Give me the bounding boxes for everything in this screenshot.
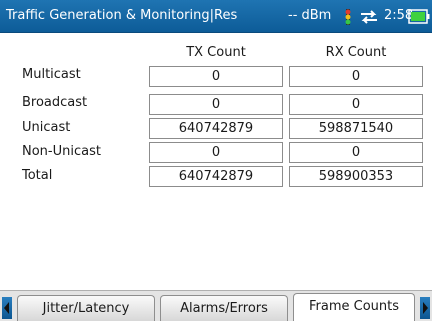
multicast-tx-value: 0 bbox=[149, 66, 283, 87]
multicast-rx-value: 0 bbox=[289, 66, 423, 87]
tab-jitter-latency[interactable]: Jitter/Latency bbox=[17, 295, 155, 321]
row-label-unicast: Unicast bbox=[22, 120, 71, 135]
tab-bar: Jitter/Latency Alarms/Errors Frame Count… bbox=[0, 290, 432, 321]
battery-icon bbox=[408, 9, 430, 24]
arrow-left-icon bbox=[4, 302, 9, 314]
tab-scroll-left-button[interactable] bbox=[2, 297, 12, 319]
tab-scroll-right-button[interactable] bbox=[420, 297, 430, 319]
rx-count-header: RX Count bbox=[325, 45, 387, 60]
status-led-icon bbox=[345, 9, 351, 25]
tab-frame-counts[interactable]: Frame Counts bbox=[293, 293, 415, 321]
unicast-rx-value: 598871540 bbox=[289, 118, 423, 139]
signal-level: -- dBm bbox=[288, 8, 332, 23]
arrow-right-icon bbox=[423, 302, 428, 314]
broadcast-tx-value: 0 bbox=[149, 94, 283, 115]
row-label-non-unicast: Non-Unicast bbox=[22, 144, 101, 159]
title-bar: Traffic Generation & Monitoring|Res -- d… bbox=[0, 0, 432, 33]
tx-count-header: TX Count bbox=[186, 45, 246, 60]
non-unicast-rx-value: 0 bbox=[289, 142, 423, 163]
link-arrows-icon bbox=[361, 10, 377, 24]
non-unicast-tx-value: 0 bbox=[149, 142, 283, 163]
row-label-broadcast: Broadcast bbox=[22, 95, 88, 110]
broadcast-rx-value: 0 bbox=[289, 94, 423, 115]
row-label-multicast: Multicast bbox=[22, 67, 81, 82]
unicast-tx-value: 640742879 bbox=[149, 118, 283, 139]
row-label-total: Total bbox=[22, 168, 53, 183]
total-tx-value: 640742879 bbox=[149, 166, 283, 187]
window-title: Traffic Generation & Monitoring|Res bbox=[6, 8, 238, 23]
total-rx-value: 598900353 bbox=[289, 166, 423, 187]
tab-alarms-errors[interactable]: Alarms/Errors bbox=[160, 295, 288, 321]
